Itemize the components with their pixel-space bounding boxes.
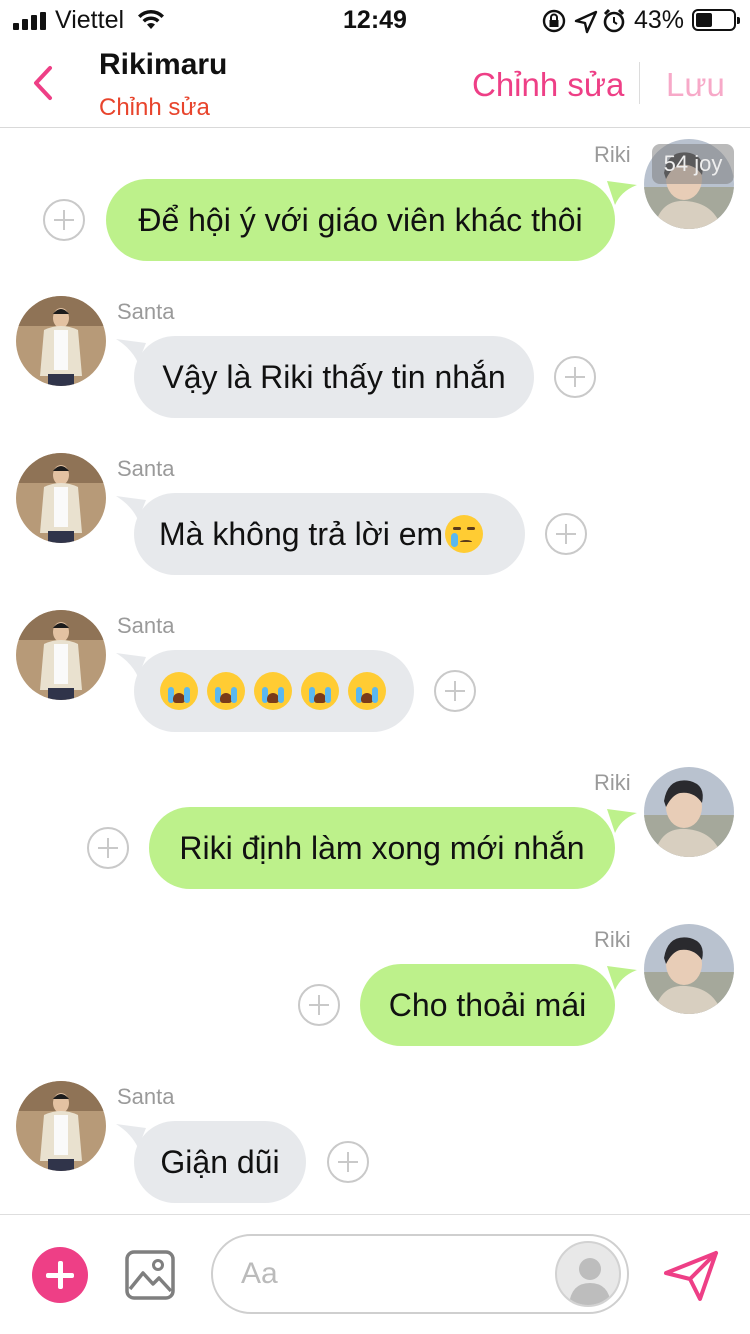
loudly-crying-face-emoji xyxy=(301,671,339,710)
loudly-crying-face-emoji xyxy=(207,671,245,710)
send-icon[interactable] xyxy=(662,1249,720,1303)
location-icon xyxy=(574,10,598,34)
add-reaction-button[interactable] xyxy=(298,984,340,1026)
message-bubble[interactable]: Vậy là Riki thấy tin nhắn xyxy=(134,336,534,418)
header-divider xyxy=(639,62,640,104)
sender-name: Santa xyxy=(117,1084,175,1109)
battery-percentage: 43% xyxy=(634,6,685,34)
sticker-avatar-icon[interactable] xyxy=(555,1241,621,1307)
avatar[interactable] xyxy=(644,767,734,857)
loudly-crying-face-emoji xyxy=(254,671,292,710)
chat-header: Rikimaru Chỉnh sửa Chỉnh sửa Lưu xyxy=(0,40,750,128)
composer-bar xyxy=(0,1214,750,1334)
loudly-crying-face-emoji xyxy=(348,671,386,710)
bubble-tail xyxy=(607,809,637,833)
sender-name: Riki xyxy=(594,142,631,167)
crying-face-emoji xyxy=(445,514,484,553)
loudly-crying-face-emoji xyxy=(160,671,198,710)
add-reaction-button[interactable] xyxy=(554,356,596,398)
plus-icon[interactable] xyxy=(32,1247,88,1303)
sender-name: Santa xyxy=(117,613,175,638)
sender-name: Santa xyxy=(117,299,175,324)
chat-subtitle: Chỉnh sửa xyxy=(99,94,210,121)
message-bubble[interactable]: Mà không trả lời em xyxy=(134,493,525,575)
status-icons xyxy=(542,8,625,34)
message-text: Mà không trả lời em xyxy=(159,516,444,552)
alarm-icon xyxy=(603,8,625,33)
edit-button[interactable]: Chỉnh sửa xyxy=(472,66,624,104)
avatar[interactable] xyxy=(16,610,106,700)
chevron-left-icon[interactable] xyxy=(24,60,64,106)
message-bubble[interactable]: Riki định làm xong mới nhắn xyxy=(149,807,615,889)
avatar[interactable] xyxy=(16,453,106,543)
add-reaction-button[interactable] xyxy=(87,827,129,869)
bubble-tail xyxy=(607,181,637,205)
message-input[interactable] xyxy=(241,1250,541,1298)
sender-name: Santa xyxy=(117,456,175,481)
message-bubble[interactable]: Để hội ý với giáo viên khác thôi xyxy=(106,179,615,261)
avatar[interactable] xyxy=(16,1081,106,1171)
add-reaction-button[interactable] xyxy=(43,199,85,241)
battery-icon xyxy=(692,9,740,31)
chat-title: Rikimaru xyxy=(99,48,228,81)
message-bubble[interactable] xyxy=(134,650,414,732)
message-input-wrapper xyxy=(211,1234,629,1314)
bubble-tail xyxy=(607,966,637,990)
lock-rotation-icon xyxy=(542,9,566,33)
sender-name: Riki xyxy=(594,927,631,952)
image-icon[interactable] xyxy=(124,1249,176,1301)
add-reaction-button[interactable] xyxy=(434,670,476,712)
sender-name: Riki xyxy=(594,770,631,795)
avatar[interactable] xyxy=(644,924,734,1014)
save-button[interactable]: Lưu xyxy=(666,66,725,104)
message-bubble[interactable]: Giận dũi xyxy=(134,1121,306,1203)
avatar[interactable] xyxy=(16,296,106,386)
add-reaction-button[interactable] xyxy=(327,1141,369,1183)
message-bubble[interactable]: Cho thoải mái xyxy=(360,964,615,1046)
joy-badge: 54 joy xyxy=(652,144,734,184)
add-reaction-button[interactable] xyxy=(545,513,587,555)
status-bar: Viettel 12:49 43% xyxy=(0,0,750,40)
